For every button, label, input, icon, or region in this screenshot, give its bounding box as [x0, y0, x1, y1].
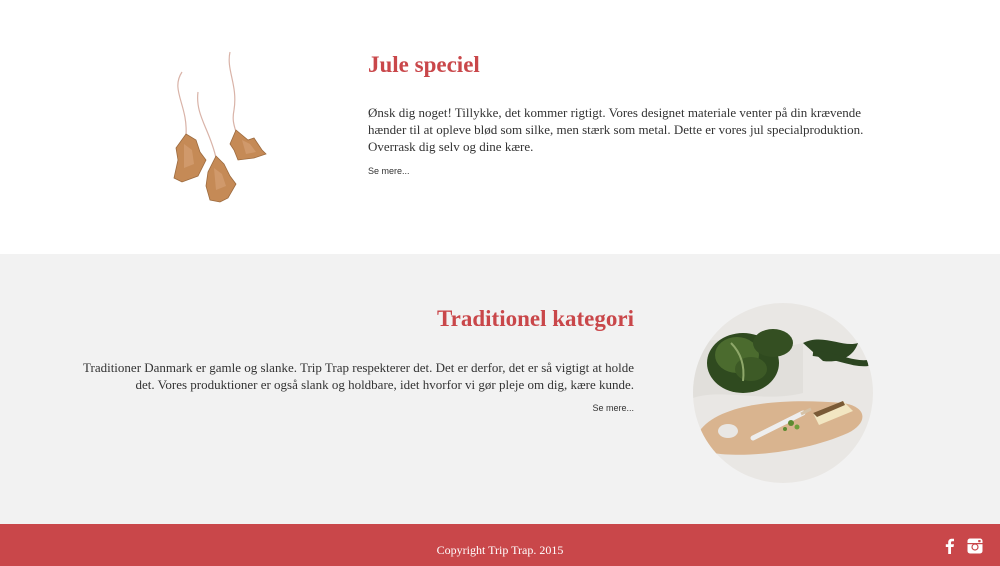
facebook-glyph: [945, 538, 954, 554]
traditionel-food-image: [693, 303, 873, 483]
jule-title: Jule speciel: [368, 52, 480, 77]
facebook-icon[interactable]: [941, 537, 959, 555]
traditionel-title: Traditionel kategori: [437, 306, 634, 331]
food-illustration: [693, 303, 873, 483]
footer-copyright: Copyright Trip Trap. 2015: [436, 543, 564, 557]
instagram-icon[interactable]: [966, 537, 984, 555]
jule-see-more-link[interactable]: Se mere...: [368, 166, 410, 176]
instagram-glyph: [967, 538, 983, 554]
traditionel-description: Traditioner Danmark er gamle og slanke. …: [83, 360, 634, 392]
traditionel-see-more-link[interactable]: Se mere...: [592, 403, 634, 413]
jule-description: Ønsk dig noget! Tillykke, det kommer rig…: [368, 105, 864, 154]
jule-ornaments-image: [173, 51, 267, 203]
